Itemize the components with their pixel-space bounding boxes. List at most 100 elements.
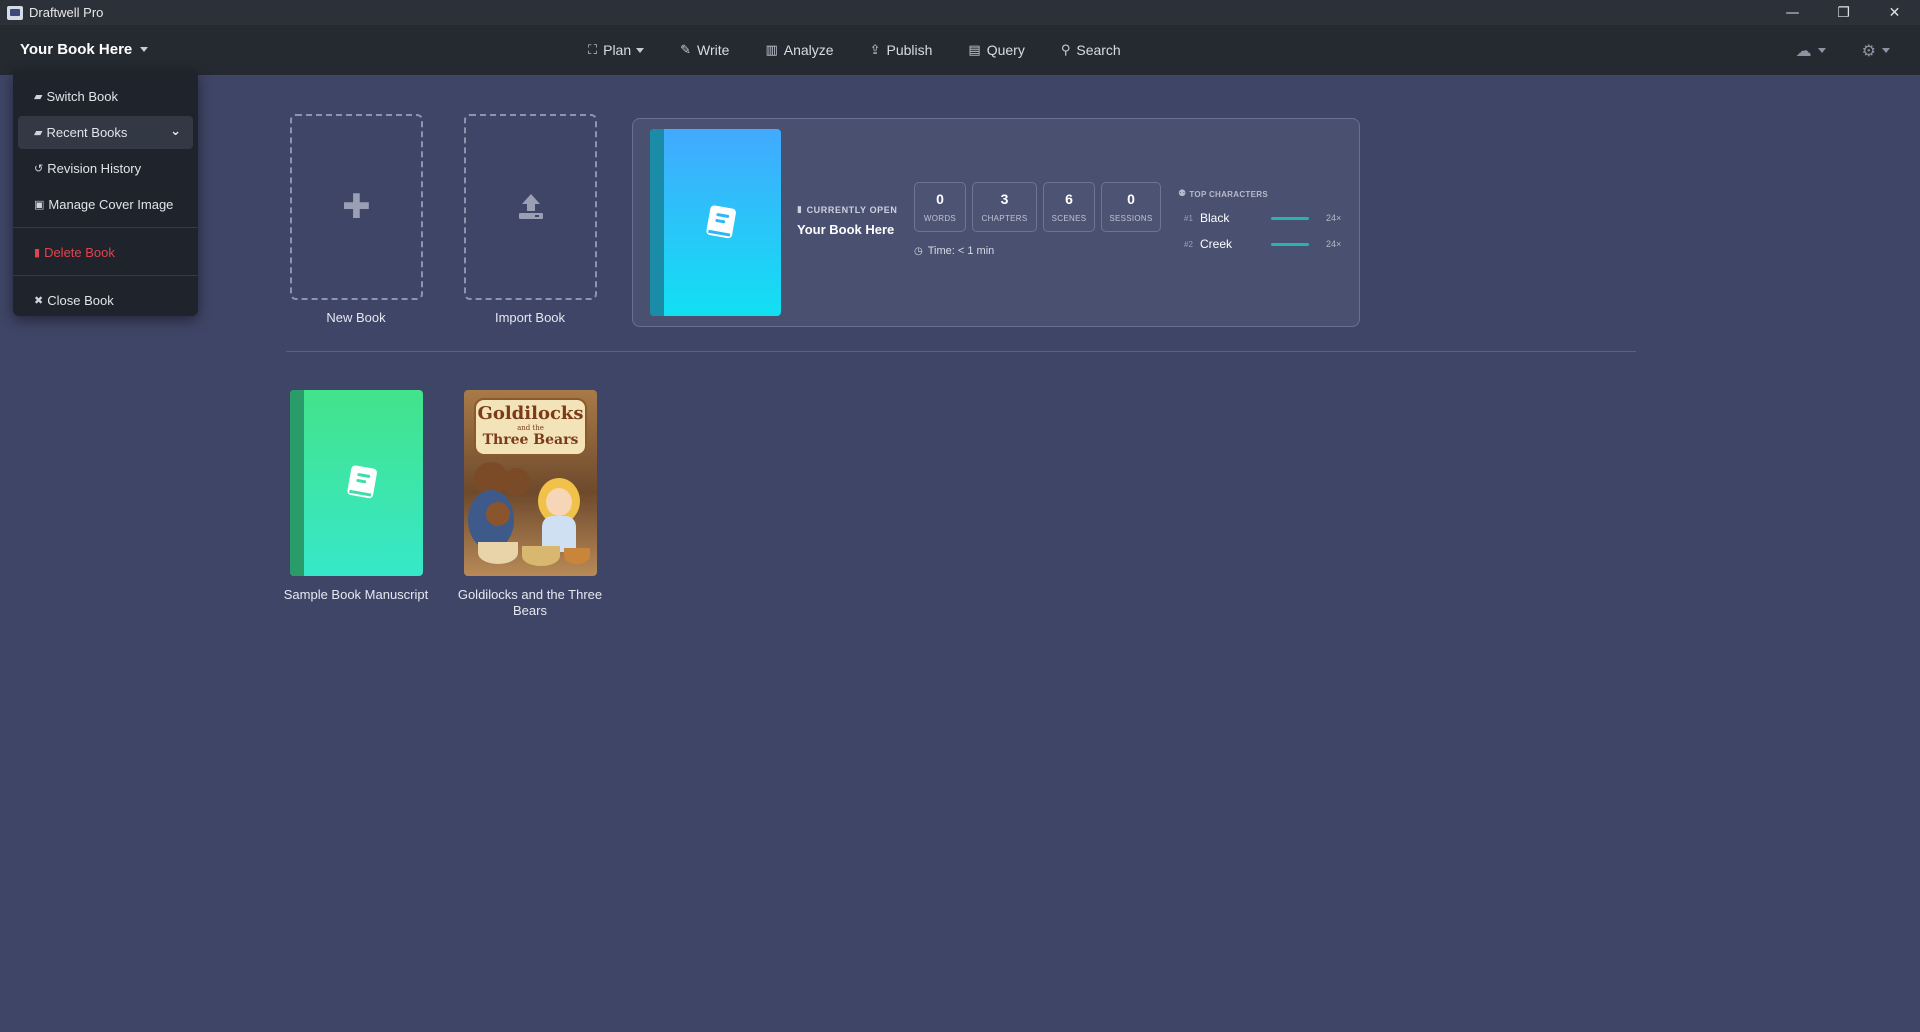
book-cover-goldilocks[interactable]: Goldilocks and the Three Bears xyxy=(464,390,597,576)
new-book-tile[interactable]: ✚ xyxy=(290,114,423,300)
right-tools: ☁ ⚙ xyxy=(1760,25,1890,75)
stat-value: 6 xyxy=(1065,191,1073,207)
nav-write[interactable]: ✎ Write xyxy=(680,42,729,58)
window-controls: — ❐ ✕ xyxy=(1767,0,1920,25)
image-icon: ▣ xyxy=(34,198,45,211)
stat-label: SCENES xyxy=(1051,214,1087,223)
stat-label: WORDS xyxy=(923,214,957,223)
menu-item-label: Manage Cover Image xyxy=(48,197,174,212)
book-spine xyxy=(650,129,664,316)
nav-analyze-label: Analyze xyxy=(783,42,834,58)
menu-item-delete-book[interactable]: ▮ Delete Book xyxy=(18,236,193,269)
currently-open-text: CURRENTLY OPEN xyxy=(806,205,898,215)
book-icon xyxy=(705,204,736,238)
trash-icon: ▮ xyxy=(34,246,41,259)
settings-button[interactable]: ⚙ xyxy=(1862,41,1890,60)
menu-item-label: Recent Books xyxy=(46,125,128,140)
book-spine xyxy=(290,390,304,576)
character-count: 24× xyxy=(1326,213,1342,223)
cover-text: and the xyxy=(517,424,544,432)
character-count: 24× xyxy=(1326,239,1342,249)
close-window-button[interactable]: ✕ xyxy=(1869,0,1920,25)
character-row[interactable]: #2 Creek 24× xyxy=(1178,231,1348,257)
upload-icon: ⇪ xyxy=(869,42,881,58)
upload-icon xyxy=(518,194,543,219)
stat-value: 3 xyxy=(1000,191,1009,207)
chevron-down-icon[interactable]: ⌄ xyxy=(170,124,181,139)
writing-time-text: Time: < 1 min xyxy=(927,245,995,257)
sitemap-icon: ⛶ xyxy=(588,42,598,58)
menu-item-revision-history[interactable]: ↺ Revision History xyxy=(18,152,193,185)
book-menu-toggle[interactable]: Your Book Here xyxy=(20,41,149,58)
girl-illustration xyxy=(546,488,572,516)
book-icon: ▰ xyxy=(34,90,43,103)
nav-search[interactable]: ⚲ Search xyxy=(1061,42,1121,58)
character-bar xyxy=(1271,217,1309,220)
pencil-icon: ✎ xyxy=(680,42,692,58)
stat-words: 0 WORDS xyxy=(914,182,966,232)
character-row[interactable]: #1 Black 24× xyxy=(1178,205,1348,231)
character-name: Black xyxy=(1200,211,1230,225)
book-title: Your Book Here xyxy=(20,41,133,58)
top-characters-header: ⚉ TOP CHARACTERS xyxy=(1178,189,1348,199)
menu-item-recent-books[interactable]: ▰ Recent Books ⌄ xyxy=(18,116,193,149)
search-icon: ⚲ xyxy=(1060,42,1071,58)
main-nav: ⛶ Plan ✎ Write ▥ Analyze ⇪ Publish ▤ Que… xyxy=(588,25,1157,75)
book-title-sample[interactable]: Sample Book Manuscript xyxy=(276,587,436,603)
character-bar xyxy=(1271,243,1309,246)
new-book-label: New Book xyxy=(326,310,386,325)
stat-label: CHAPTERS xyxy=(981,214,1028,223)
caret-down-icon xyxy=(1817,47,1826,53)
cloud-icon: ☁ xyxy=(1795,40,1812,60)
import-book-label: Import Book xyxy=(494,310,566,325)
stat-value: 0 xyxy=(936,191,944,207)
menu-item-label: Revision History xyxy=(47,161,142,176)
cover-text: Three Bears xyxy=(482,432,579,448)
bear-illustration xyxy=(502,468,530,496)
current-book-card[interactable]: ▮ CURRENTLY OPEN Your Book Here 0 WORDS … xyxy=(632,118,1360,327)
nav-write-label: Write xyxy=(697,42,730,58)
history-icon: ↺ xyxy=(34,162,44,175)
bowl-illustration xyxy=(478,542,518,564)
bowl-illustration xyxy=(564,548,590,564)
book-title-goldilocks[interactable]: Goldilocks and the Three Bears xyxy=(450,587,610,619)
character-rank: #1 xyxy=(1184,213,1193,223)
book-cover-sample[interactable] xyxy=(290,390,423,576)
cover-title-banner: Goldilocks and the Three Bears xyxy=(474,398,587,456)
clock-icon: ◷ xyxy=(914,245,923,257)
nav-publish[interactable]: ⇪ Publish xyxy=(870,42,933,58)
book-stats: 0 WORDS 3 CHAPTERS 6 SCENES 0 SESSIONS xyxy=(914,182,1167,232)
menu-item-manage-cover-image[interactable]: ▣ Manage Cover Image xyxy=(18,188,193,221)
gear-icon: ⚙ xyxy=(1861,40,1876,60)
import-book-tile[interactable] xyxy=(464,114,597,300)
caret-down-icon xyxy=(140,47,149,52)
menu-item-label: Switch Book xyxy=(46,89,119,104)
book-icon xyxy=(346,465,377,499)
book-dropdown-menu: ▰ Switch Book ▰ Recent Books ⌄ ↺ Revisio… xyxy=(13,70,198,316)
current-book-cover[interactable] xyxy=(650,129,781,316)
restore-button[interactable]: ❐ xyxy=(1818,0,1869,25)
cover-text: Goldilocks xyxy=(477,403,584,424)
plus-icon: ✚ xyxy=(342,187,371,227)
section-divider xyxy=(286,351,1636,352)
stat-sessions: 0 SESSIONS xyxy=(1101,182,1161,232)
nav-analyze[interactable]: ▥ Analyze xyxy=(765,42,833,58)
table-icon: ▤ xyxy=(968,42,981,58)
nav-plan[interactable]: ⛶ Plan xyxy=(588,42,645,58)
current-book-title: Your Book Here xyxy=(797,222,895,237)
cloud-sync-button[interactable]: ☁ xyxy=(1796,41,1826,60)
menu-item-label: Delete Book xyxy=(44,245,115,260)
stat-chapters: 3 CHAPTERS xyxy=(972,182,1037,232)
nav-query-label: Query xyxy=(986,42,1025,58)
menu-bar: Your Book Here ⛶ Plan ✎ Write ▥ Analyze … xyxy=(0,25,1920,75)
bear-illustration xyxy=(486,502,510,526)
menu-item-switch-book[interactable]: ▰ Switch Book xyxy=(18,80,193,113)
minimize-button[interactable]: — xyxy=(1767,0,1818,25)
app-logo-icon xyxy=(7,5,23,20)
title-bar: Draftwell Pro — ❐ ✕ xyxy=(0,0,1920,25)
nav-query[interactable]: ▤ Query xyxy=(968,42,1024,58)
stat-label: SESSIONS xyxy=(1109,214,1153,223)
menu-item-close-book[interactable]: ✖ Close Book xyxy=(18,284,193,317)
bookmark-icon: ▮ xyxy=(797,205,803,215)
current-book-info: ▮ CURRENTLY OPEN Your Book Here xyxy=(797,205,897,237)
